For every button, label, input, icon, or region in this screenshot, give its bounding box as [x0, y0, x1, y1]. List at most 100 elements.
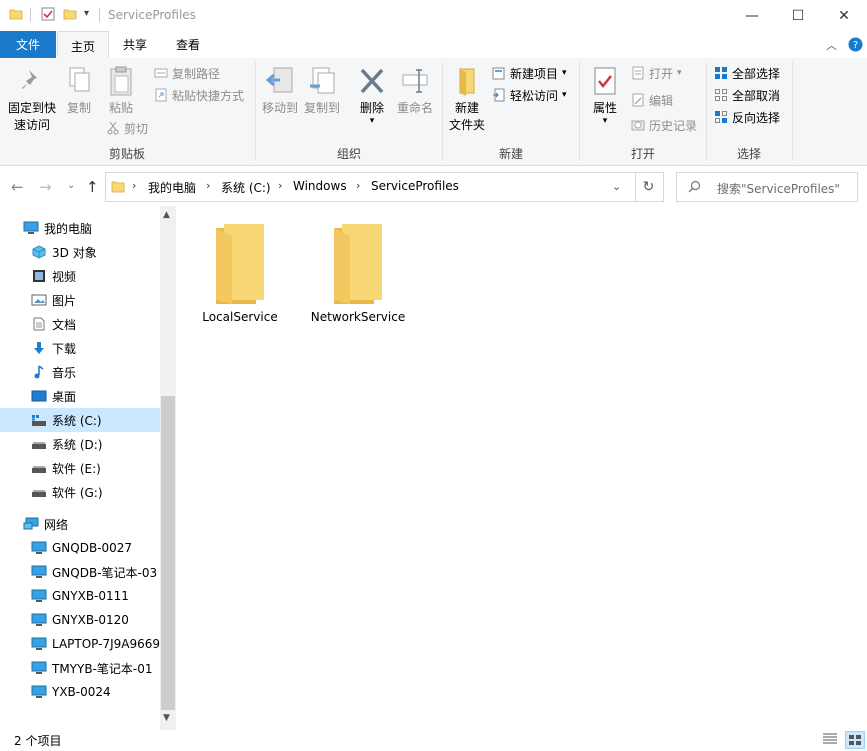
ribbon: 固定到快 速访问 复制 粘贴 复制路径 粘贴快捷方式 剪切 剪贴板 移动到 复制… [0, 58, 867, 166]
nav-item-network-computer[interactable]: GNQDB-笔记本-03 [31, 560, 157, 584]
nav-item-this-pc[interactable]: 我的电脑 [23, 216, 92, 240]
new-item-dropdown-icon[interactable]: ▾ [562, 68, 567, 78]
scroll-up-icon[interactable]: ▲ [163, 210, 170, 220]
nav-label: YXB-0024 [52, 685, 111, 699]
folder-item[interactable]: NetworkService [308, 220, 408, 324]
nav-item-network[interactable]: 网络 [23, 512, 68, 536]
breadcrumb-item[interactable]: 系统 (C:) [221, 179, 271, 196]
nav-item-network-computer[interactable]: GNYXB-0120 [31, 608, 129, 632]
tab-file[interactable]: 文件 [0, 31, 56, 58]
breadcrumb-separator[interactable]: › [356, 179, 360, 192]
folder-icon [111, 181, 125, 193]
copy-to-button[interactable]: 复制到 [302, 66, 342, 117]
nav-item-3d-objects[interactable]: 3D 对象 [31, 240, 97, 264]
open-button[interactable]: 打开 ▾ [631, 63, 682, 83]
breadcrumb-item[interactable]: Windows [293, 179, 347, 193]
properties-icon[interactable] [41, 7, 55, 21]
nav-label: 3D 对象 [52, 245, 97, 260]
nav-label: GNQDB-0027 [52, 541, 133, 555]
breadcrumb-item[interactable]: ServiceProfiles [371, 179, 459, 193]
tab-home[interactable]: 主页 [57, 31, 109, 60]
navigation-pane: 我的电脑 3D 对象 视频 图片 文档 下载 音乐 桌面 系统 (C:) 系统 … [0, 206, 176, 729]
invert-selection-button[interactable]: 反向选择 [714, 107, 780, 127]
nav-item-network-computer[interactable]: GNQDB-0027 [31, 536, 132, 560]
nav-item-desktop[interactable]: 桌面 [31, 384, 76, 408]
nav-item-drive-c[interactable]: 系统 (C:) [31, 408, 102, 432]
edit-button[interactable]: 编辑 [631, 90, 673, 110]
drive-icon [32, 442, 46, 449]
delete-label: 删除 [359, 101, 384, 115]
network-icon [23, 517, 39, 530]
nav-item-network-computer[interactable]: LAPTOP-7J9A9669 [31, 632, 160, 656]
easy-access-dropdown-icon[interactable]: ▾ [562, 90, 567, 100]
divider [99, 8, 100, 22]
nav-scrollbar-thumb[interactable] [161, 396, 175, 710]
move-to-label: 移动到 [261, 101, 298, 115]
network-computer-icon [31, 589, 47, 602]
recent-locations-icon[interactable]: ⌄ [67, 180, 75, 191]
select-all-button[interactable]: 全部选择 [714, 63, 780, 83]
item-count: 2 个项目 [14, 734, 62, 748]
new-folder-button[interactable]: 新建 文件夹 [446, 66, 488, 134]
copy-path-button[interactable]: 复制路径 [154, 63, 220, 83]
breadcrumb-item[interactable]: 我的电脑 [148, 179, 196, 196]
nav-item-network-computer[interactable]: GNYXB-0111 [31, 584, 129, 608]
large-icons-view-icon[interactable] [845, 731, 865, 749]
scroll-down-icon[interactable]: ▼ [163, 713, 170, 723]
properties-button[interactable]: 属性 ▾ [586, 66, 624, 126]
properties-dropdown-icon[interactable]: ▾ [603, 117, 608, 126]
network-computer-icon [31, 565, 47, 578]
nav-item-drive-e[interactable]: 软件 (E:) [31, 456, 101, 480]
close-button[interactable]: ✕ [821, 0, 867, 31]
nav-item-drive-d[interactable]: 系统 (D:) [31, 432, 102, 456]
nav-item-downloads[interactable]: 下载 [31, 336, 76, 360]
up-button[interactable]: ↑ [86, 178, 99, 196]
paste-button[interactable]: 粘贴 [102, 66, 140, 117]
nav-item-videos[interactable]: 视频 [31, 264, 76, 288]
folder-item[interactable]: LocalService [190, 220, 290, 324]
address-input[interactable]: › 我的电脑 › 系统 (C:) › Windows › ServiceProf… [105, 172, 636, 202]
breadcrumb-separator[interactable]: › [278, 179, 282, 192]
nav-item-music[interactable]: 音乐 [31, 360, 76, 384]
refresh-button[interactable]: ↻ [634, 172, 664, 202]
help-icon[interactable]: ? [848, 37, 863, 52]
search-input[interactable]: 搜索"ServiceProfiles" [676, 172, 858, 202]
customize-toolbar-icon[interactable]: ▾ [84, 8, 89, 19]
nav-item-network-computer[interactable]: YXB-0024 [31, 680, 111, 704]
easy-access-button[interactable]: 轻松访问 ▾ [492, 85, 567, 105]
nav-label: 文档 [52, 317, 77, 332]
status-bar: 2 个项目 [0, 729, 867, 751]
details-view-icon[interactable] [822, 732, 838, 746]
history-button[interactable]: 历史记录 [631, 115, 697, 135]
easy-access-label: 轻松访问 [510, 88, 559, 103]
breadcrumb-separator[interactable]: › [206, 179, 210, 192]
nav-item-documents[interactable]: 文档 [31, 312, 76, 336]
move-to-button[interactable]: 移动到 [260, 66, 300, 117]
open-dropdown-icon[interactable]: ▾ [677, 68, 682, 78]
nav-item-network-computer[interactable]: TMYYB-笔记本-01 [31, 656, 153, 680]
cut-button[interactable]: 剪切 [106, 118, 148, 138]
select-none-button[interactable]: 全部取消 [714, 85, 780, 105]
move-to-icon [266, 67, 293, 93]
copy-button[interactable]: 复制 [62, 66, 96, 117]
nav-item-drive-g[interactable]: 软件 (G:) [31, 480, 103, 504]
nav-item-pictures[interactable]: 图片 [31, 288, 76, 312]
paste-shortcut-button[interactable]: 粘贴快捷方式 [154, 85, 244, 105]
edit-icon [632, 93, 644, 107]
back-button[interactable]: ← [11, 178, 24, 196]
tab-share[interactable]: 共享 [110, 31, 160, 58]
collapse-ribbon-icon[interactable]: ︿ [826, 37, 837, 53]
pin-to-quick-access-button[interactable]: 固定到快 速访问 [4, 66, 60, 134]
maximize-button[interactable]: ☐ [775, 0, 821, 31]
tab-view[interactable]: 查看 [162, 31, 214, 58]
delete-button[interactable]: 删除 ▾ [354, 66, 390, 126]
address-dropdown-icon[interactable]: ⌄ [612, 180, 621, 193]
minimize-button[interactable]: — [729, 0, 775, 31]
new-item-button[interactable]: 新建项目 ▾ [492, 63, 567, 83]
breadcrumb-separator[interactable]: › [132, 179, 136, 192]
group-label-open: 打开 [630, 147, 655, 161]
rename-button[interactable]: 重命名 [394, 66, 436, 117]
forward-button[interactable]: → [39, 178, 52, 196]
delete-dropdown-icon[interactable]: ▾ [370, 117, 375, 126]
new-folder-icon[interactable] [63, 7, 77, 21]
